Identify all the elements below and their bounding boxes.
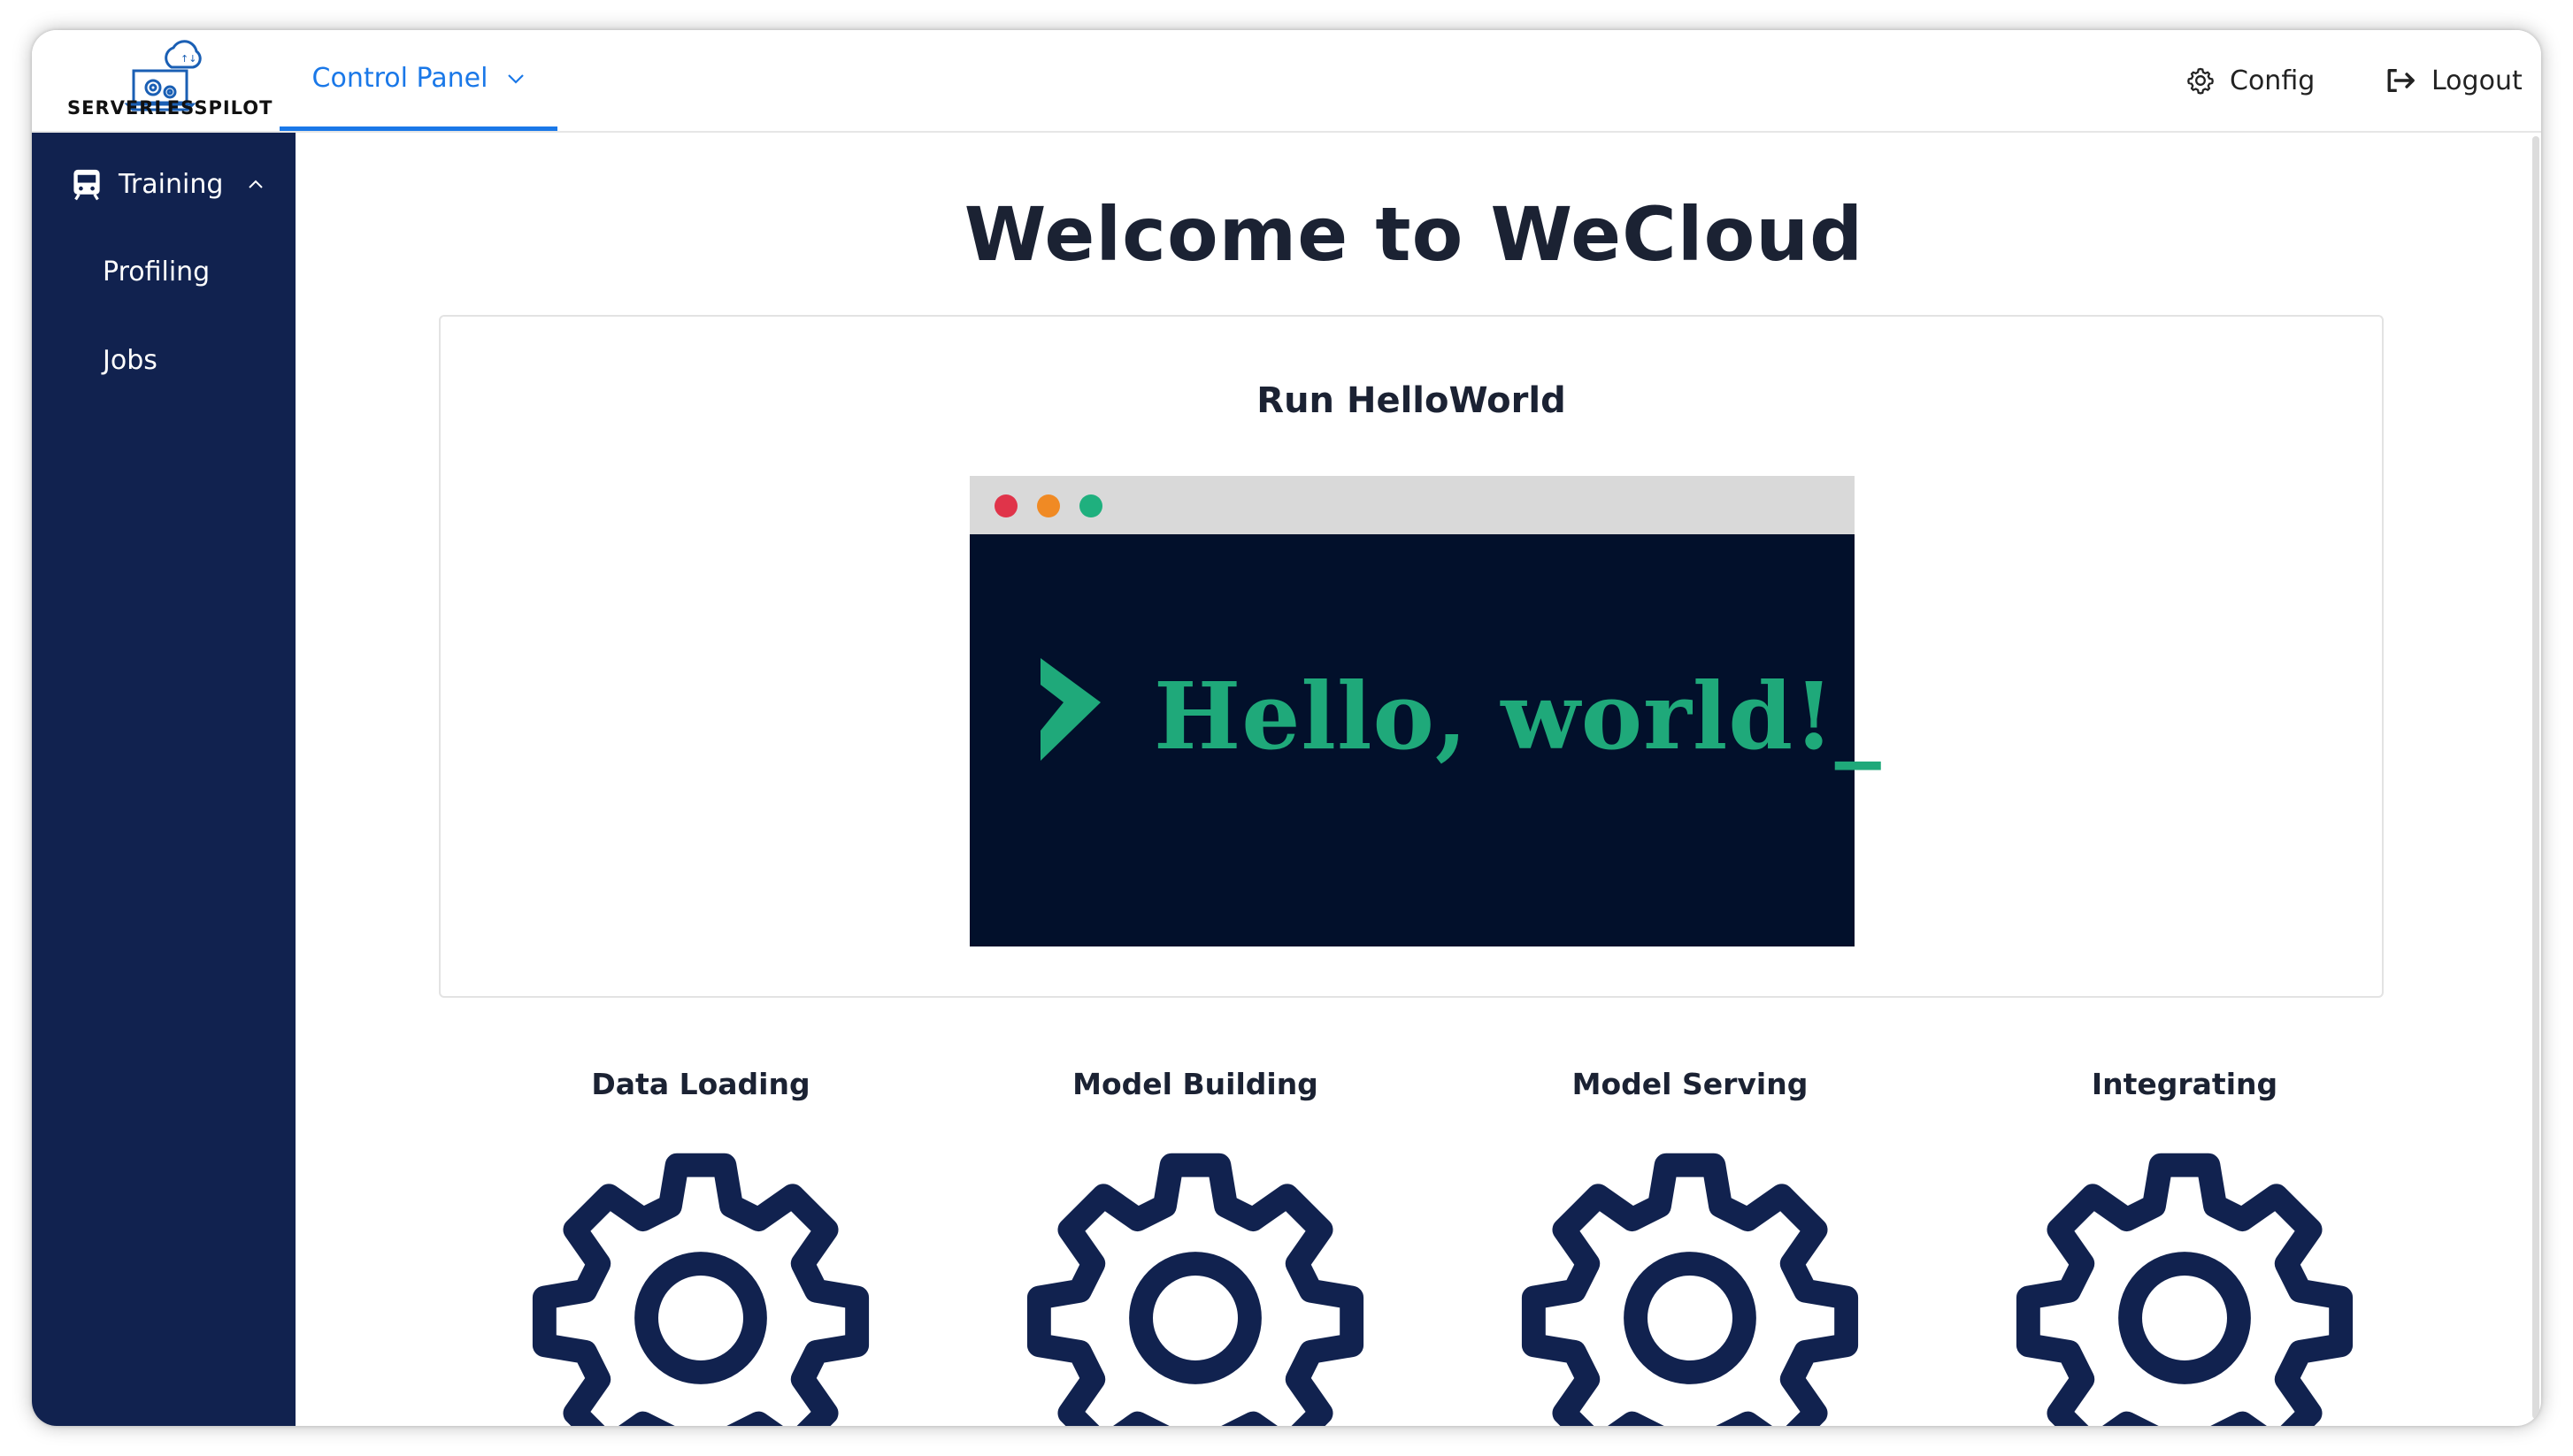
card-title: Run HelloWorld — [1256, 380, 1566, 421]
minimize-dot — [1037, 494, 1060, 517]
terminal-preview[interactable]: Hello, world!_ — [970, 476, 1881, 946]
sidebar-item-jobs[interactable]: Jobs — [103, 345, 280, 376]
page-title: Welcome to WeCloud — [964, 191, 1864, 278]
sidebar-item-profiling[interactable]: Profiling — [103, 257, 280, 287]
settings-gear-icon[interactable] — [1520, 1148, 1860, 1426]
main-content: Welcome to WeCloud Run HelloWorld Hello,… — [296, 133, 2532, 1426]
sidebar-item-training[interactable]: Training — [32, 159, 296, 209]
main-scrollbar[interactable] — [2532, 136, 2539, 1419]
svg-text:↑↓: ↑↓ — [180, 53, 196, 65]
feature-label-data-loading: Data Loading — [591, 1067, 810, 1101]
config-button[interactable]: Config — [2185, 30, 2315, 131]
logout-icon — [2387, 68, 2415, 93]
settings-gear-icon[interactable] — [1025, 1148, 1365, 1426]
terminal-text: Hello, world!_ — [1154, 662, 1882, 770]
hello-world-card[interactable]: Run HelloWorld Hello, world!_ — [439, 315, 2384, 998]
nav-tab-label: Control Panel — [311, 63, 488, 94]
config-label: Config — [2230, 65, 2316, 96]
chevron-down-icon — [508, 73, 525, 84]
settings-gear-icon[interactable] — [2015, 1148, 2354, 1426]
maximize-dot — [1079, 494, 1102, 517]
prompt-chevron-icon — [1041, 658, 1101, 761]
train-icon — [73, 169, 100, 201]
top-header: ↑↓ SERVERLESSPILOT Control Panel Config … — [32, 30, 2541, 133]
logout-label: Logout — [2431, 65, 2523, 96]
app-window: ↑↓ SERVERLESSPILOT Control Panel Config … — [32, 30, 2541, 1426]
chevron-up-icon — [249, 180, 264, 188]
feature-label-integrating: Integrating — [2091, 1067, 2278, 1101]
logout-button[interactable]: Logout — [2384, 30, 2523, 131]
gear-icon — [2187, 67, 2214, 95]
sidebar: Training Profiling Jobs — [32, 133, 296, 1426]
close-dot — [995, 494, 1018, 517]
settings-gear-icon[interactable] — [531, 1148, 871, 1426]
terminal-title-bar — [970, 476, 1855, 534]
sidebar-item-training-label: Training — [119, 168, 224, 200]
nav-tab-control-panel[interactable]: Control Panel — [280, 30, 557, 131]
logo-text: SERVERLESSPILOT — [67, 97, 273, 119]
feature-label-model-building: Model Building — [1072, 1067, 1318, 1101]
feature-label-model-serving: Model Serving — [1571, 1067, 1809, 1101]
